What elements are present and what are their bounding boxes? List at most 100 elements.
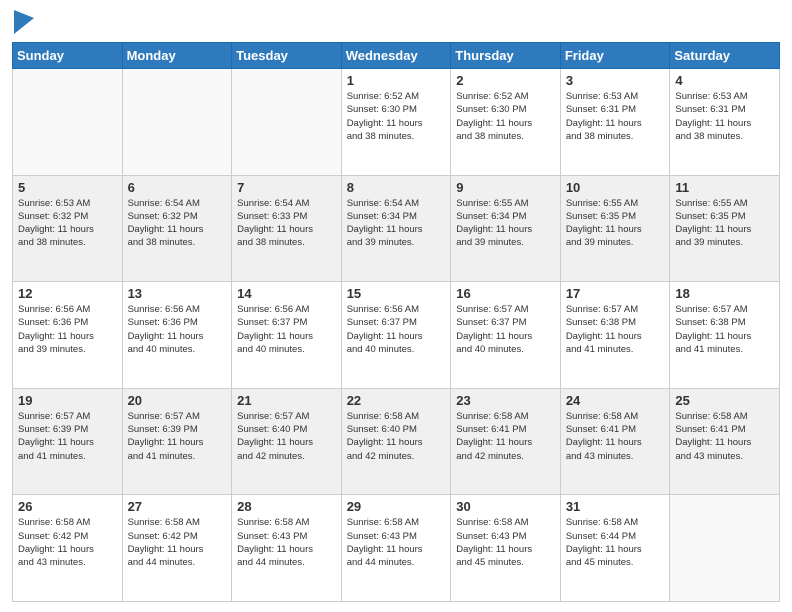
day-info: Sunrise: 6:58 AM Sunset: 6:41 PM Dayligh… xyxy=(456,410,555,463)
day-number: 4 xyxy=(675,73,774,88)
weekday-header-monday: Monday xyxy=(122,43,232,69)
calendar-cell: 27 Sunrise: 6:58 AM Sunset: 6:42 PM Dayli… xyxy=(122,495,232,602)
day-info: Sunrise: 6:58 AM Sunset: 6:43 PM Dayligh… xyxy=(456,516,555,569)
day-info: Sunrise: 6:58 AM Sunset: 6:43 PM Dayligh… xyxy=(347,516,446,569)
day-number: 27 xyxy=(128,499,227,514)
day-number: 16 xyxy=(456,286,555,301)
calendar-cell: 3 Sunrise: 6:53 AM Sunset: 6:31 PM Daylig… xyxy=(560,69,670,176)
day-info: Sunrise: 6:54 AM Sunset: 6:34 PM Dayligh… xyxy=(347,197,446,250)
weekday-header-wednesday: Wednesday xyxy=(341,43,451,69)
calendar-cell xyxy=(232,69,342,176)
calendar-cell: 22 Sunrise: 6:58 AM Sunset: 6:40 PM Dayli… xyxy=(341,388,451,495)
day-info: Sunrise: 6:58 AM Sunset: 6:42 PM Dayligh… xyxy=(18,516,117,569)
day-info: Sunrise: 6:58 AM Sunset: 6:43 PM Dayligh… xyxy=(237,516,336,569)
day-info: Sunrise: 6:53 AM Sunset: 6:31 PM Dayligh… xyxy=(675,90,774,143)
calendar-cell: 2 Sunrise: 6:52 AM Sunset: 6:30 PM Daylig… xyxy=(451,69,561,176)
day-number: 9 xyxy=(456,180,555,195)
page: SundayMondayTuesdayWednesdayThursdayFrid… xyxy=(0,0,792,612)
calendar-cell: 15 Sunrise: 6:56 AM Sunset: 6:37 PM Dayli… xyxy=(341,282,451,389)
calendar-cell: 16 Sunrise: 6:57 AM Sunset: 6:37 PM Dayli… xyxy=(451,282,561,389)
day-info: Sunrise: 6:55 AM Sunset: 6:35 PM Dayligh… xyxy=(675,197,774,250)
calendar-cell: 29 Sunrise: 6:58 AM Sunset: 6:43 PM Dayli… xyxy=(341,495,451,602)
day-info: Sunrise: 6:53 AM Sunset: 6:32 PM Dayligh… xyxy=(18,197,117,250)
calendar-cell xyxy=(122,69,232,176)
calendar-cell xyxy=(670,495,780,602)
day-number: 28 xyxy=(237,499,336,514)
calendar-cell: 11 Sunrise: 6:55 AM Sunset: 6:35 PM Dayli… xyxy=(670,175,780,282)
day-number: 6 xyxy=(128,180,227,195)
calendar-week-4: 19 Sunrise: 6:57 AM Sunset: 6:39 PM Dayli… xyxy=(13,388,780,495)
day-info: Sunrise: 6:52 AM Sunset: 6:30 PM Dayligh… xyxy=(347,90,446,143)
day-number: 25 xyxy=(675,393,774,408)
day-number: 12 xyxy=(18,286,117,301)
day-info: Sunrise: 6:57 AM Sunset: 6:38 PM Dayligh… xyxy=(566,303,665,356)
day-info: Sunrise: 6:52 AM Sunset: 6:30 PM Dayligh… xyxy=(456,90,555,143)
calendar-week-3: 12 Sunrise: 6:56 AM Sunset: 6:36 PM Dayli… xyxy=(13,282,780,389)
day-number: 23 xyxy=(456,393,555,408)
calendar-cell: 12 Sunrise: 6:56 AM Sunset: 6:36 PM Dayli… xyxy=(13,282,123,389)
day-number: 14 xyxy=(237,286,336,301)
day-number: 22 xyxy=(347,393,446,408)
day-number: 10 xyxy=(566,180,665,195)
day-info: Sunrise: 6:54 AM Sunset: 6:33 PM Dayligh… xyxy=(237,197,336,250)
calendar-cell xyxy=(13,69,123,176)
calendar-cell: 9 Sunrise: 6:55 AM Sunset: 6:34 PM Daylig… xyxy=(451,175,561,282)
day-number: 2 xyxy=(456,73,555,88)
day-info: Sunrise: 6:58 AM Sunset: 6:42 PM Dayligh… xyxy=(128,516,227,569)
day-info: Sunrise: 6:57 AM Sunset: 6:40 PM Dayligh… xyxy=(237,410,336,463)
day-info: Sunrise: 6:56 AM Sunset: 6:36 PM Dayligh… xyxy=(18,303,117,356)
weekday-header-sunday: Sunday xyxy=(13,43,123,69)
day-number: 7 xyxy=(237,180,336,195)
calendar-cell: 23 Sunrise: 6:58 AM Sunset: 6:41 PM Dayli… xyxy=(451,388,561,495)
day-info: Sunrise: 6:54 AM Sunset: 6:32 PM Dayligh… xyxy=(128,197,227,250)
day-info: Sunrise: 6:53 AM Sunset: 6:31 PM Dayligh… xyxy=(566,90,665,143)
calendar-cell: 26 Sunrise: 6:58 AM Sunset: 6:42 PM Dayli… xyxy=(13,495,123,602)
day-number: 18 xyxy=(675,286,774,301)
calendar-cell: 28 Sunrise: 6:58 AM Sunset: 6:43 PM Dayli… xyxy=(232,495,342,602)
day-info: Sunrise: 6:57 AM Sunset: 6:39 PM Dayligh… xyxy=(18,410,117,463)
day-info: Sunrise: 6:55 AM Sunset: 6:34 PM Dayligh… xyxy=(456,197,555,250)
calendar-cell: 6 Sunrise: 6:54 AM Sunset: 6:32 PM Daylig… xyxy=(122,175,232,282)
day-number: 5 xyxy=(18,180,117,195)
calendar-cell: 18 Sunrise: 6:57 AM Sunset: 6:38 PM Dayli… xyxy=(670,282,780,389)
calendar-cell: 19 Sunrise: 6:57 AM Sunset: 6:39 PM Dayli… xyxy=(13,388,123,495)
calendar-cell: 5 Sunrise: 6:53 AM Sunset: 6:32 PM Daylig… xyxy=(13,175,123,282)
logo xyxy=(12,10,34,34)
header xyxy=(12,10,780,34)
day-number: 30 xyxy=(456,499,555,514)
day-info: Sunrise: 6:58 AM Sunset: 6:44 PM Dayligh… xyxy=(566,516,665,569)
calendar-cell: 24 Sunrise: 6:58 AM Sunset: 6:41 PM Dayli… xyxy=(560,388,670,495)
calendar-week-1: 1 Sunrise: 6:52 AM Sunset: 6:30 PM Daylig… xyxy=(13,69,780,176)
calendar-cell: 4 Sunrise: 6:53 AM Sunset: 6:31 PM Daylig… xyxy=(670,69,780,176)
day-info: Sunrise: 6:58 AM Sunset: 6:41 PM Dayligh… xyxy=(566,410,665,463)
day-info: Sunrise: 6:58 AM Sunset: 6:40 PM Dayligh… xyxy=(347,410,446,463)
day-number: 20 xyxy=(128,393,227,408)
day-info: Sunrise: 6:58 AM Sunset: 6:41 PM Dayligh… xyxy=(675,410,774,463)
calendar-cell: 17Sunrise: 6:57 AM Sunset: 6:38 PM Dayli… xyxy=(560,282,670,389)
calendar-cell: 14Sunrise: 6:56 AM Sunset: 6:37 PM Dayli… xyxy=(232,282,342,389)
day-number: 21 xyxy=(237,393,336,408)
day-number: 24 xyxy=(566,393,665,408)
logo-text xyxy=(12,10,34,34)
day-info: Sunrise: 6:57 AM Sunset: 6:37 PM Dayligh… xyxy=(456,303,555,356)
weekday-header-friday: Friday xyxy=(560,43,670,69)
day-number: 3 xyxy=(566,73,665,88)
calendar-cell: 1 Sunrise: 6:52 AM Sunset: 6:30 PM Daylig… xyxy=(341,69,451,176)
day-number: 26 xyxy=(18,499,117,514)
calendar-cell: 21 Sunrise: 6:57 AM Sunset: 6:40 PM Dayli… xyxy=(232,388,342,495)
weekday-header-thursday: Thursday xyxy=(451,43,561,69)
logo-icon xyxy=(14,10,34,34)
calendar-week-2: 5 Sunrise: 6:53 AM Sunset: 6:32 PM Daylig… xyxy=(13,175,780,282)
calendar-cell: 8Sunrise: 6:54 AM Sunset: 6:34 PM Daylig… xyxy=(341,175,451,282)
day-number: 19 xyxy=(18,393,117,408)
day-number: 11 xyxy=(675,180,774,195)
calendar-cell: 7 Sunrise: 6:54 AM Sunset: 6:33 PM Daylig… xyxy=(232,175,342,282)
day-number: 29 xyxy=(347,499,446,514)
day-number: 15 xyxy=(347,286,446,301)
calendar-cell: 25 Sunrise: 6:58 AM Sunset: 6:41 PM Dayli… xyxy=(670,388,780,495)
day-info: Sunrise: 6:56 AM Sunset: 6:37 PM Dayligh… xyxy=(347,303,446,356)
day-number: 1 xyxy=(347,73,446,88)
day-info: Sunrise: 6:56 AM Sunset: 6:36 PM Dayligh… xyxy=(128,303,227,356)
calendar-cell: 20Sunrise: 6:57 AM Sunset: 6:39 PM Dayli… xyxy=(122,388,232,495)
day-info: Sunrise: 6:57 AM Sunset: 6:38 PM Dayligh… xyxy=(675,303,774,356)
